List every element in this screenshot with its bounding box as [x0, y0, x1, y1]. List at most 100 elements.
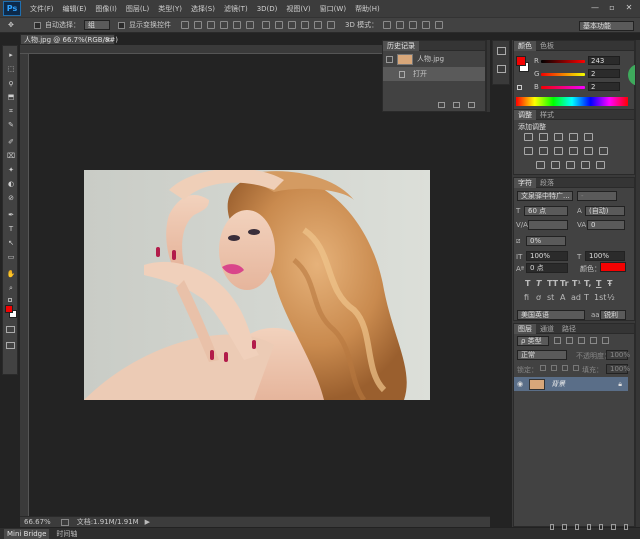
superscript-button[interactable]: T¹ — [572, 279, 581, 288]
faux-bold-button[interactable]: T — [525, 279, 530, 288]
type-tool[interactable]: T — [6, 225, 16, 234]
auto-select-checkbox[interactable] — [34, 21, 41, 29]
stylistic-alternates-button[interactable]: ad — [571, 293, 581, 302]
small-caps-button[interactable]: Tr — [560, 279, 569, 288]
new-adjustment-layer-icon[interactable] — [586, 524, 592, 530]
tab-paths[interactable]: 路径 — [558, 324, 580, 334]
path-selection-tool[interactable]: ↖ — [6, 239, 16, 248]
quick-select-tool[interactable]: ⬒ — [6, 93, 16, 102]
close-document-icon[interactable]: × — [105, 35, 111, 45]
vertical-scale-input[interactable]: 100% — [526, 251, 568, 261]
green-value-input[interactable]: 2 — [588, 69, 620, 78]
menu-view[interactable]: 视图(V) — [286, 4, 310, 14]
discretionary-ligatures-button[interactable]: ơ — [536, 293, 541, 302]
vibrance-icon[interactable] — [584, 133, 593, 141]
hand-tool[interactable]: ✋ — [6, 270, 16, 279]
3d-rotate-icon[interactable] — [383, 21, 392, 29]
dock-properties-icon[interactable] — [497, 65, 506, 73]
red-value-input[interactable]: 243 — [588, 56, 620, 65]
font-family-dropdown[interactable]: 文泉驿中特广... — [517, 191, 573, 201]
align-hcenter-icon[interactable] — [233, 21, 241, 29]
screen-mode-icon[interactable] — [6, 342, 15, 349]
menu-type[interactable]: 类型(Y) — [158, 4, 182, 14]
curves-icon[interactable] — [554, 133, 563, 141]
lock-transparent-icon[interactable] — [540, 365, 546, 371]
strikethrough-button[interactable]: Ŧ — [607, 279, 612, 288]
fill-input[interactable]: 100% — [606, 364, 630, 374]
zoom-tool[interactable]: ⌕ — [6, 284, 16, 293]
shape-tool[interactable]: ▭ — [6, 253, 16, 262]
subscript-button[interactable]: T, — [584, 279, 591, 288]
fractions-button[interactable]: ½ — [607, 293, 615, 302]
status-menu-arrow-icon[interactable]: ▶ — [145, 518, 150, 526]
align-left-icon[interactable] — [220, 21, 228, 29]
camera-snapshot-icon[interactable] — [453, 102, 460, 108]
close-window-button[interactable]: ✕ — [622, 3, 636, 13]
tab-paragraph[interactable]: 段落 — [536, 178, 558, 188]
new-document-from-state-icon[interactable] — [438, 102, 445, 108]
eye-visibility-icon[interactable]: ◉ — [517, 380, 523, 388]
history-snapshot-row[interactable]: 人物.jpg — [383, 52, 485, 66]
menu-select[interactable]: 选择(S) — [191, 4, 215, 14]
3d-scale-icon[interactable] — [435, 21, 444, 29]
tab-swatches[interactable]: 色板 — [536, 41, 558, 51]
pen-tool[interactable]: ✒ — [6, 211, 16, 220]
menu-file[interactable]: 文件(F) — [30, 4, 54, 14]
titling-alternates-button[interactable]: T — [584, 293, 589, 302]
new-group-icon[interactable] — [599, 524, 604, 530]
history-brush-source-icon[interactable] — [386, 55, 393, 63]
font-size-input[interactable]: 60 点 — [524, 206, 568, 216]
restore-button[interactable]: ▫ — [605, 3, 619, 13]
lasso-tool[interactable]: ϙ — [6, 79, 16, 88]
selective-color-icon[interactable] — [596, 161, 605, 169]
tsume-input[interactable]: 0% — [526, 236, 566, 246]
green-slider[interactable] — [541, 73, 585, 76]
baseline-shift-input[interactable]: 0 点 — [526, 263, 568, 273]
filter-pixel-icon[interactable] — [554, 337, 561, 344]
align-top-icon[interactable] — [181, 21, 189, 29]
font-style-dropdown[interactable]: - — [577, 191, 617, 201]
photo-filter-icon[interactable] — [569, 147, 578, 155]
lock-position-icon[interactable] — [562, 365, 568, 371]
eyedropper-tool[interactable]: ✎ — [6, 121, 16, 130]
leading-input[interactable]: (自动) — [585, 206, 625, 216]
distribute-hcenter-icon[interactable] — [314, 21, 322, 29]
minimize-button[interactable]: — — [588, 3, 602, 13]
menu-image[interactable]: 图像(I) — [95, 4, 117, 14]
lock-image-icon[interactable] — [551, 365, 557, 371]
menu-edit[interactable]: 编辑(E) — [63, 4, 87, 14]
blue-slider[interactable] — [541, 86, 585, 89]
blue-value-input[interactable]: 2 — [588, 82, 620, 91]
move-tool[interactable]: ▸ — [6, 51, 16, 60]
gradient-map-icon[interactable] — [581, 161, 590, 169]
all-caps-button[interactable]: TT — [547, 279, 558, 288]
menu-window[interactable]: 窗口(W) — [320, 4, 346, 14]
menu-filter[interactable]: 滤镜(T) — [224, 4, 248, 14]
quick-mask-icon[interactable] — [6, 326, 15, 333]
auto-select-dropdown[interactable]: 组 — [84, 20, 110, 30]
tab-mini-bridge[interactable]: Mini Bridge — [4, 528, 50, 539]
status-icon[interactable] — [60, 518, 69, 526]
3d-pan-icon[interactable] — [409, 21, 418, 29]
channel-mixer-icon[interactable] — [584, 147, 593, 155]
clone-stamp-tool[interactable]: ✦ — [6, 166, 16, 175]
posterize-icon[interactable] — [551, 161, 560, 169]
horizontal-scale-input[interactable]: 100% — [585, 251, 625, 261]
red-slider[interactable] — [541, 60, 585, 63]
swash-button[interactable]: A — [560, 293, 565, 302]
default-colors-icon[interactable] — [8, 298, 12, 302]
history-step-row[interactable]: 打开 — [383, 67, 485, 81]
brightness-contrast-icon[interactable] — [524, 133, 533, 141]
3d-slide-icon[interactable] — [422, 21, 431, 29]
hue-saturation-icon[interactable] — [524, 147, 533, 155]
right-panels-scrollbar[interactable] — [635, 40, 640, 527]
layer-filter-dropdown[interactable]: ρ 类型 — [517, 336, 549, 346]
filter-adjustment-icon[interactable] — [566, 337, 573, 344]
tab-layers[interactable]: 图层 — [514, 323, 536, 334]
exposure-icon[interactable] — [569, 133, 578, 141]
tab-color[interactable]: 颜色 — [514, 40, 536, 51]
align-right-icon[interactable] — [246, 21, 254, 29]
tab-timeline[interactable]: 时间轴 — [53, 529, 80, 539]
eraser-tool[interactable]: ⊘ — [6, 194, 16, 203]
distribute-left-icon[interactable] — [301, 21, 309, 29]
